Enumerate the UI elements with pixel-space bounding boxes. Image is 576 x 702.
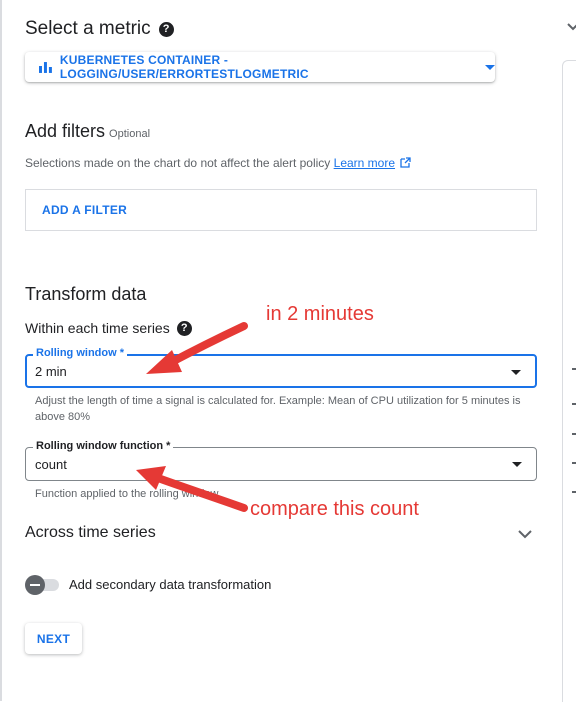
chart-preview-panel (562, 60, 576, 702)
rolling-window-function-select[interactable]: Rolling window function * count (25, 440, 537, 481)
rolling-window-function-hint: Function applied to the rolling window (35, 488, 219, 500)
optional-label: Optional (109, 128, 151, 140)
chevron-down-icon[interactable] (566, 20, 576, 34)
caret-down-icon (485, 64, 495, 70)
panel-edge-mark (572, 368, 576, 370)
add-filters-heading: Add filters Optional (25, 121, 150, 142)
next-button[interactable]: NEXT (25, 623, 82, 654)
learn-more-link[interactable]: Learn more (334, 156, 395, 170)
chevron-down-icon[interactable] (517, 526, 533, 542)
within-time-series-heading: Within each time series ? (25, 320, 192, 336)
transform-data-title: Transform data (25, 284, 147, 304)
rolling-window-function-label: Rolling window function * (33, 440, 174, 452)
filter-note-text: Selections made on the chart do not affe… (25, 156, 331, 170)
toggle-knob (25, 575, 45, 595)
dropdown-arrow-icon (512, 462, 522, 467)
rolling-window-select[interactable]: Rolling window * 2 min (25, 347, 537, 388)
annotation-text-2: compare this count (250, 498, 419, 520)
metric-select-button[interactable]: KUBERNETES CONTAINER - LOGGING/USER/ERRO… (25, 52, 495, 82)
within-time-series-title: Within each time series (25, 320, 170, 336)
help-icon[interactable]: ? (158, 21, 174, 37)
panel-edge-mark (572, 403, 576, 405)
select-metric-heading: Select a metric ? (25, 18, 174, 40)
annotation-text-1: in 2 minutes (266, 303, 374, 325)
rolling-window-label: Rolling window * (33, 347, 127, 359)
rolling-window-function-value: count (35, 457, 67, 472)
external-link-icon[interactable] (400, 157, 412, 168)
across-time-series-label[interactable]: Across time series (25, 524, 156, 542)
secondary-transformation-toggle[interactable] (25, 575, 61, 595)
select-metric-title: Select a metric (25, 18, 151, 39)
left-border (0, 0, 2, 701)
filter-container: ADD A FILTER (25, 189, 537, 231)
filter-note: Selections made on the chart do not affe… (25, 156, 412, 170)
add-filters-title: Add filters (25, 121, 106, 141)
secondary-transformation-label: Add secondary data transformation (69, 577, 272, 592)
bar-chart-icon (39, 62, 52, 73)
rolling-window-value: 2 min (35, 364, 67, 379)
dropdown-arrow-icon (511, 370, 521, 375)
panel-edge-mark (572, 433, 576, 435)
panel-edge-mark (572, 491, 576, 493)
rolling-window-hint: Adjust the length of time a signal is ca… (35, 395, 521, 423)
add-filter-button[interactable]: ADD A FILTER (42, 203, 127, 217)
metric-select-label: KUBERNETES CONTAINER - LOGGING/USER/ERRO… (59, 53, 309, 81)
help-icon[interactable]: ? (176, 320, 192, 336)
panel-edge-mark (572, 462, 576, 464)
